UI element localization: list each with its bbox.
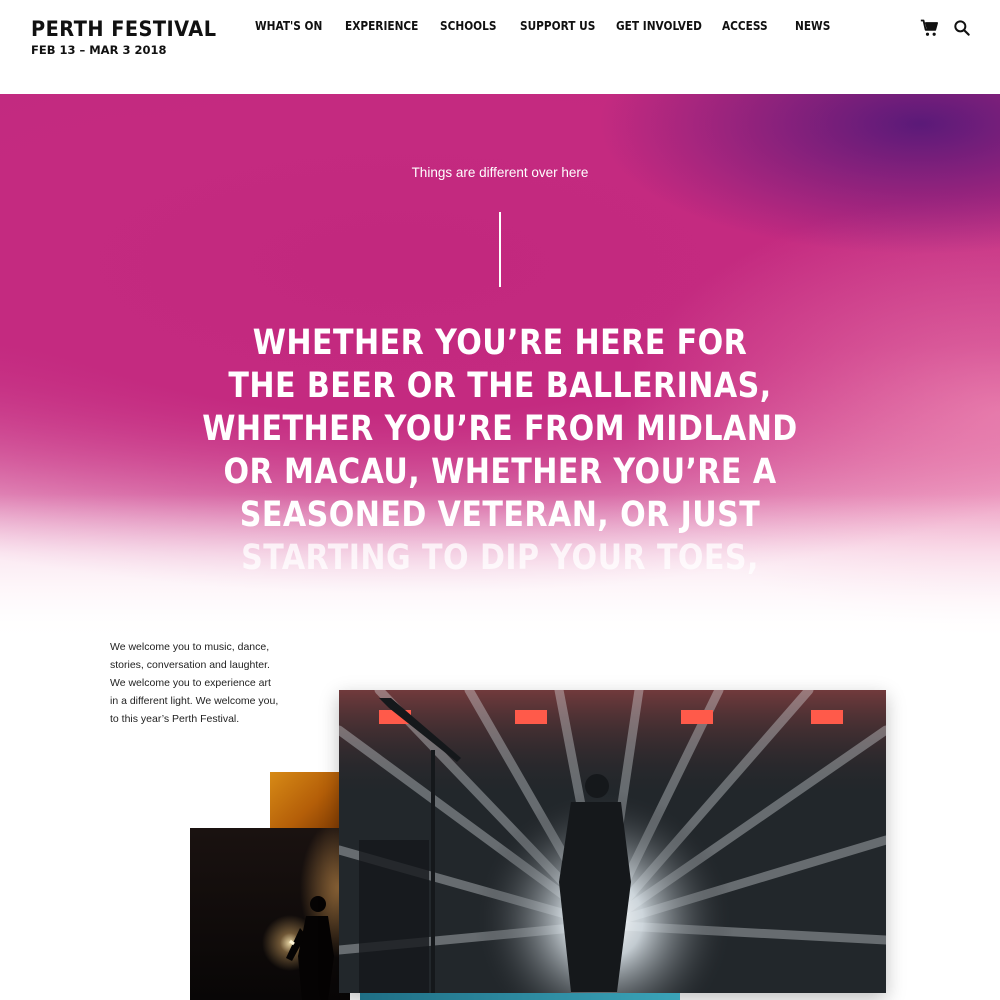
hero-tagline: Things are different over here — [411, 165, 589, 180]
festival-dates: FEB 13 – MAR 3 2018 — [31, 43, 167, 57]
headline-line: STARTING TO DIP YOUR TOES, — [241, 538, 759, 578]
headline-line: THE BEER OR THE BALLERINAS, — [228, 366, 772, 406]
nav-support-us[interactable]: SUPPORT US — [520, 19, 595, 33]
nav-schools[interactable]: SCHOOLS — [440, 19, 496, 33]
concert-stage-photo — [339, 690, 886, 993]
headline-line: WHETHER YOU’RE FROM MIDLAND — [202, 409, 798, 449]
site-header: PERTH FESTIVAL FEB 13 – MAR 3 2018 WHAT'… — [0, 0, 1000, 94]
headline-line: WHETHER YOU’RE HERE FOR — [252, 323, 748, 363]
intro-paragraph: We welcome you to music, dance, stories,… — [110, 641, 279, 725]
headline-line: OR MACAU, WHETHER YOU’RE A — [223, 452, 777, 492]
brand-name: PERTH FESTIVAL — [31, 17, 217, 41]
nav-whats-on[interactable]: WHAT'S ON — [255, 19, 322, 33]
nav-news[interactable]: NEWS — [795, 19, 830, 33]
nav-access[interactable]: ACCESS — [722, 19, 768, 33]
hero-divider — [499, 212, 501, 287]
hero-headline: WHETHER YOU’RE HERE FOR THE BEER OR THE … — [199, 322, 801, 580]
nav-get-involved[interactable]: GET INVOLVED — [616, 19, 702, 33]
headline-line: SEASONED VETERAN, OR JUST — [239, 495, 761, 535]
site-logo[interactable]: PERTH FESTIVAL FEB 13 – MAR 3 2018 — [31, 17, 233, 57]
teal-photo-edge — [360, 993, 680, 1000]
nav-experience[interactable]: EXPERIENCE — [345, 19, 418, 33]
cart-icon[interactable] — [920, 18, 940, 38]
dark-performer-photo — [190, 828, 350, 1000]
search-icon[interactable] — [952, 18, 972, 38]
hero-section: Things are different over here WHETHER Y… — [0, 94, 1000, 654]
